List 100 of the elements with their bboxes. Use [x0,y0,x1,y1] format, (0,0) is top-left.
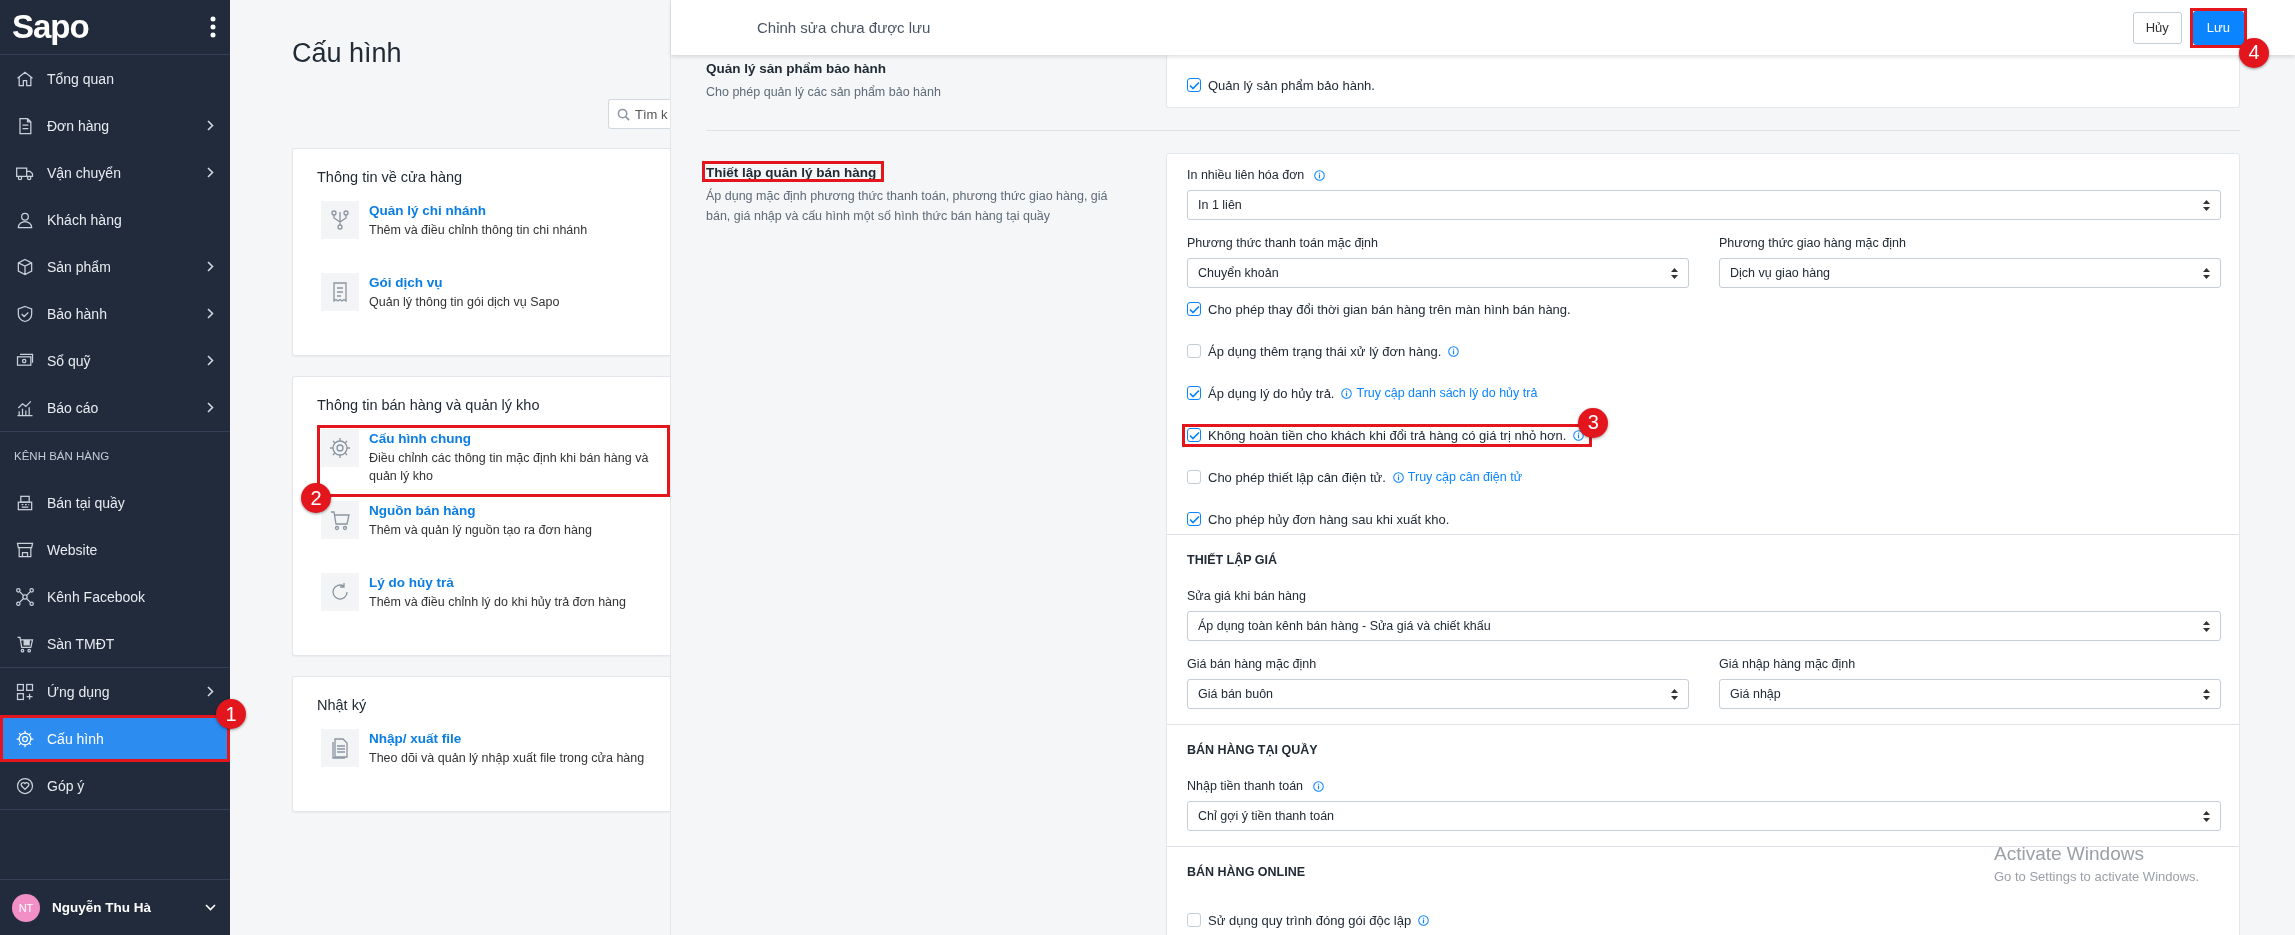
chevron-icon [207,120,214,131]
sidebar-item[interactable]: Khách hàng [0,196,230,243]
chevron-icon [207,167,214,178]
subsection-heading: BÁN HÀNG TẠI QUẦY [1187,743,1318,757]
shield-icon [15,303,35,324]
chevron-icon [207,308,214,319]
select-field[interactable]: In 1 liên [1187,190,2221,220]
info-icon[interactable] [1448,345,1460,357]
field-label: Phương thức giao hàng mặc định [1719,236,1906,250]
callout-badge: 3 [1578,407,1609,438]
sort-caret-icon [2203,688,2210,700]
checkbox-label: Cho phép thay đổi thời gian bán hàng trên màn hình bán hàng. [1208,301,1571,317]
sort-caret-icon [1671,267,1678,279]
save-button[interactable]: Lưu [2192,10,2244,45]
logo[interactable]: Sapo [12,8,89,46]
info-icon[interactable] [1392,471,1404,483]
grid-icon [15,681,35,702]
settings-link[interactable]: Lý do hủy trả [369,575,626,590]
checkbox[interactable] [1187,428,1201,442]
info-icon[interactable] [1314,169,1326,181]
chevron-down-icon [205,904,216,911]
sidebar-item[interactable]: Đơn hàng [0,102,230,149]
select-field[interactable]: Dịch vụ giao hàng [1719,258,2221,288]
file-icon [321,729,359,767]
user-menu[interactable]: NT Nguyễn Thu Hà [0,879,230,935]
settings-link[interactable]: Cấu hình chung [369,431,666,446]
settings-link[interactable]: Nhập/ xuất file [369,731,645,746]
sidebar-item[interactable]: Sản phẩm [0,243,230,290]
select-field[interactable]: Giá bán buôn [1187,679,1689,709]
more-icon[interactable] [210,16,216,38]
select-field[interactable]: Áp dụng toàn kênh bán hàng - Sửa giá và chiết khấu [1187,611,2221,641]
receipt-icon [321,273,359,311]
card-title: Thông tin về cửa hàng [317,169,464,185]
search-field[interactable]: Tìm k [608,99,670,129]
link[interactable]: Truy cập cân điện tử [1407,470,1523,484]
sort-caret-icon [2203,810,2210,822]
card-title: Nhật ký [317,697,368,713]
sidebar-item[interactable]: Vận chuyển [0,149,230,196]
checkbox-label: Cho phép thiết lập cân điện tử. [1208,469,1386,485]
field-label: Nhập tiền thanh toán [1187,779,1304,793]
sort-caret-icon [2203,620,2210,632]
checkbox[interactable] [1187,344,1201,358]
checkbox[interactable] [1187,302,1201,316]
settings-icon [321,429,359,467]
sidebar-item[interactable]: Góp ý [0,762,230,809]
settings-description: Thêm và điều chỉnh lý do khi hủy trả đơn hàng [369,594,626,611]
checkbox[interactable] [1187,78,1201,92]
settings-item[interactable]: Quản lý chi nhánh Thêm và điều chỉnh thông tin chi nhánh [317,197,670,269]
settings-item[interactable]: Gói dịch vụ Quản lý thông tin gói dịch vụ Sapo [317,269,670,341]
section-description: Cho phép quản lý các sản phẩm bảo hành [706,84,942,101]
select-field[interactable]: Chuyển khoản [1187,258,1689,288]
section-title: Thiết lập quản lý bán hàng [706,165,877,180]
settings-link[interactable]: Nguồn bán hàng [369,503,592,518]
checkbox-label: Áp dụng lý do hủy trả. [1208,385,1335,401]
subsection-heading: BÁN HÀNG ONLINE [1187,865,1306,879]
info-icon[interactable] [1313,780,1325,792]
settings-description: Thêm và điều chỉnh thông tin chi nhánh [369,222,588,239]
chevron-icon [207,402,214,413]
chevron-icon [207,261,214,272]
settings-description: Quản lý thông tin gói dịch vụ Sapo [369,294,560,311]
branch-icon [321,201,359,239]
activation-title: Activate Windows [1994,843,2145,865]
link[interactable]: Truy cập danh sách lý do hủy trả [1356,386,1538,400]
checkbox[interactable] [1187,512,1201,526]
settings-item[interactable]: Nhập/ xuất file Theo dõi và quản lý nhập xuất file trong cửa hàng [317,725,670,797]
sidebar-item[interactable]: Website [0,526,230,573]
field-label: Giá nhập hàng mặc định [1719,657,1856,671]
cart-icon [321,501,359,539]
info-icon[interactable] [1418,914,1430,926]
box-icon [15,256,35,277]
callout-badge: 4 [2239,37,2269,68]
sidebar-item[interactable]: Tổng quan [0,55,230,102]
checkbox-label: Cho phép hủy đơn hàng sau khi xuất kho. [1208,511,1450,527]
checkbox[interactable] [1187,470,1201,484]
section-description: Áp dụng mặc định phương thức thanh toán, phương thức giao hàng, giá bán, giá nhập và cấu hình một số hình thức bán hàng tại quầy [706,187,1109,225]
checkbox-label: Áp dụng thêm trạng thái xử lý đơn hàng. [1208,343,1442,359]
info-icon[interactable] [1573,429,1585,441]
sidebar-item[interactable]: Sàn TMĐT [0,620,230,667]
select-field[interactable]: Giá nhập [1719,679,2221,709]
sidebar-item[interactable]: Kênh Facebook [0,573,230,620]
settings-icon [15,728,35,749]
settings-item[interactable]: Lý do hủy trả Thêm và điều chỉnh lý do khi hủy trả đơn hàng [317,569,670,641]
checkbox-label: Không hoàn tiền cho khách khi đổi trả hàng có giá trị nhỏ hơn. [1208,427,1567,443]
avatar: NT [12,893,40,922]
sidebar-item[interactable]: Sổ quỹ [0,337,230,384]
checkbox[interactable] [1187,913,1201,927]
settings-link[interactable]: Quản lý chi nhánh [369,203,588,218]
field-label: Giá bán hàng mặc định [1187,657,1317,671]
sidebar-item[interactable]: Bán tại quầy [0,479,230,526]
checkbox[interactable] [1187,386,1201,400]
sidebar-item[interactable]: Báo cáo [0,384,230,431]
cancel-button[interactable]: Hủy [2132,11,2182,44]
section-heading: KÊNH BÁN HÀNG [13,448,111,464]
settings-link[interactable]: Gói dịch vụ [369,275,560,290]
network-icon [15,586,35,607]
sidebar-item[interactable]: Bảo hành [0,290,230,337]
info-icon[interactable] [1341,387,1353,399]
checkbox-label: Quản lý sản phẩm bảo hành. [1208,77,1375,93]
settings-description: Thêm và quản lý nguồn tạo ra đơn hàng [369,522,592,539]
select-field[interactable]: Chỉ gợi ý tiền thanh toán [1187,801,2221,831]
